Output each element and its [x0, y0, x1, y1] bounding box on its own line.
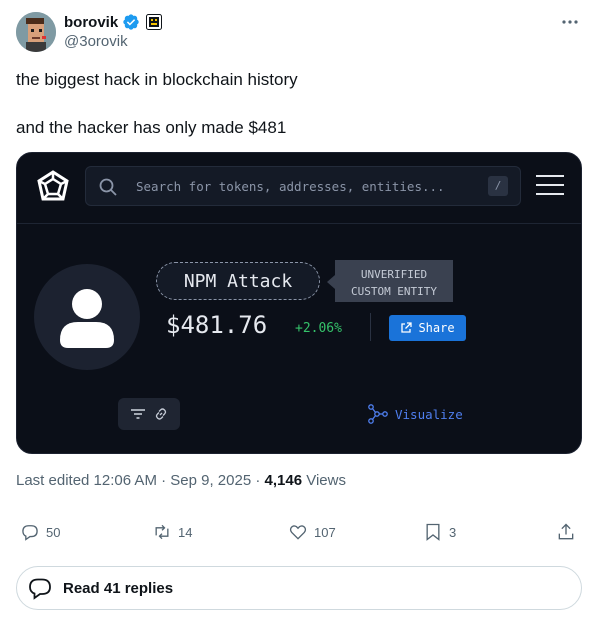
author-avatar[interactable]	[16, 12, 56, 52]
share-tweet-button[interactable]	[556, 522, 576, 542]
reply-count: 50	[46, 524, 61, 540]
replies-bubble-icon	[29, 578, 51, 600]
reply-icon	[22, 525, 38, 541]
entity-balance: $481.76	[166, 311, 268, 339]
search-icon	[99, 178, 117, 196]
tweet-meta: Last edited 12:06 AM · Sep 9, 2025 · 4,1…	[16, 472, 346, 489]
views-label: Views	[302, 472, 346, 489]
balance-change: +2.06%	[295, 321, 342, 336]
hamburger-menu-icon[interactable]	[535, 173, 565, 197]
repost-count: 14	[178, 524, 193, 540]
price-separator	[370, 313, 371, 341]
visualize-link[interactable]: Visualize	[367, 404, 463, 424]
unverified-entity-tag: UNVERIFIED CUSTOM ENTITY	[335, 260, 453, 302]
views-count: 4,146	[264, 472, 303, 489]
search-placeholder: Search for tokens, addresses, entities..…	[136, 179, 445, 194]
repost-button[interactable]: 14	[152, 522, 192, 542]
search-shortcut-key: /	[488, 176, 508, 196]
more-options-icon[interactable]	[558, 12, 582, 32]
verified-badge-icon	[123, 14, 139, 30]
share-button[interactable]: Share	[389, 315, 466, 341]
tag-pointer	[327, 275, 335, 289]
share-label: Share	[418, 321, 455, 335]
affiliate-badge-icon[interactable]	[146, 14, 163, 30]
tweet-text-line-2: and the hacker has only made $481	[16, 118, 287, 137]
like-count: 107	[314, 524, 336, 540]
author-display-name[interactable]: borovik	[64, 14, 118, 31]
visualize-label: Visualize	[395, 406, 463, 422]
graph-nodes-icon	[368, 404, 388, 424]
author-name-row: borovik	[64, 12, 163, 32]
tweet-text-line-1: the biggest hack in blockchain history	[16, 70, 298, 89]
share-upload-icon	[558, 523, 574, 540]
entity-name-pill: NPM Attack	[156, 262, 320, 300]
link-icon	[155, 408, 167, 420]
bookmark-icon	[426, 523, 440, 541]
share-icon	[401, 322, 413, 333]
search-bar[interactable]: Search for tokens, addresses, entities..…	[85, 166, 521, 206]
user-silhouette-icon	[60, 289, 114, 348]
reply-button[interactable]: 50	[20, 522, 60, 542]
arkham-logo-icon	[37, 170, 69, 201]
filter-icon	[131, 409, 145, 419]
repost-icon	[155, 524, 169, 540]
embedded-screenshot-card[interactable]: Search for tokens, addresses, entities..…	[16, 152, 582, 454]
like-button[interactable]: 107	[288, 522, 336, 542]
bookmark-count: 3	[449, 524, 457, 540]
filter-link-toggle[interactable]	[118, 398, 180, 430]
entity-name: NPM Attack	[183, 271, 293, 292]
bookmark-button[interactable]: 3	[423, 522, 456, 542]
edited-timestamp[interactable]: Last edited 12:06 AM · Sep 9, 2025 ·	[16, 472, 265, 489]
entity-avatar	[34, 264, 140, 370]
header-divider	[17, 223, 581, 224]
read-replies-label: Read 41 replies	[63, 579, 174, 597]
author-handle[interactable]: @3orovik	[64, 33, 128, 50]
tag-line-1: UNVERIFIED	[360, 268, 428, 281]
read-replies-button[interactable]: Read 41 replies	[16, 566, 582, 610]
tag-line-2: CUSTOM ENTITY	[350, 285, 438, 298]
heart-icon	[289, 525, 307, 540]
